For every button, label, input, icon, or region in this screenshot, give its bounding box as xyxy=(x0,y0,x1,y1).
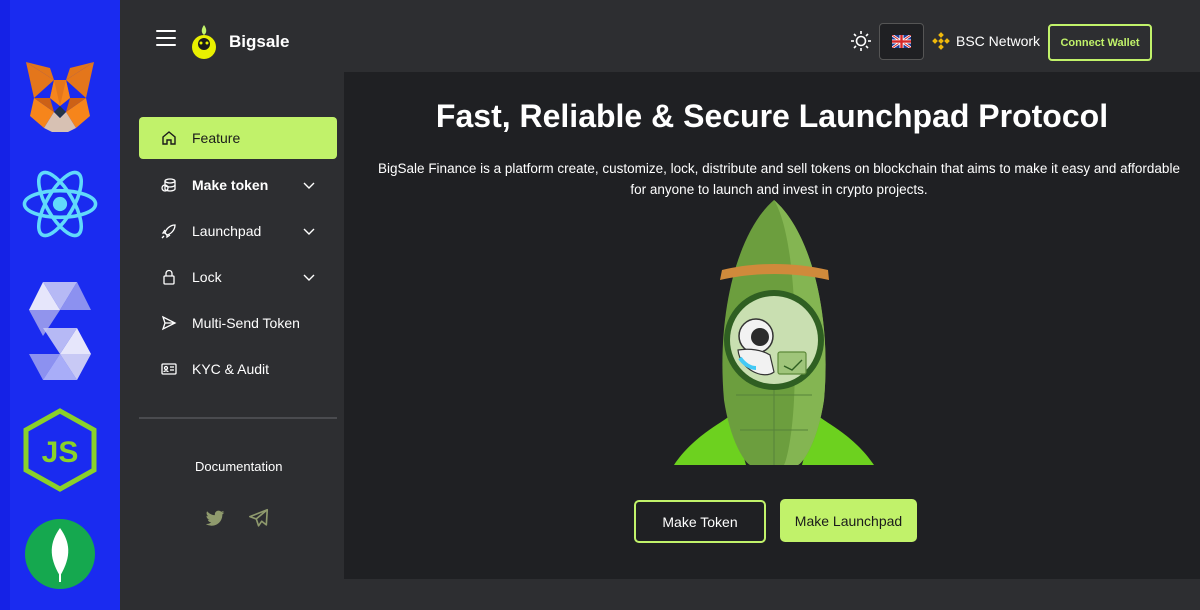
sidebar-item-label: Lock xyxy=(192,269,222,285)
sidebar-item-feature[interactable]: Feature xyxy=(139,117,337,159)
network-selector[interactable]: BSC Network xyxy=(932,32,1040,50)
twitter-icon[interactable] xyxy=(204,507,226,529)
brand-name[interactable]: Bigsale xyxy=(229,32,289,52)
bigsale-logo xyxy=(191,23,217,59)
make-launchpad-button[interactable]: Make Launchpad xyxy=(780,499,917,542)
make-token-button[interactable]: Make Token xyxy=(634,500,766,543)
top-bar: Bigsale BSC Network Connect Wallet xyxy=(120,0,1200,72)
send-icon xyxy=(161,315,177,331)
bottom-bar xyxy=(120,579,1200,610)
sidebar-item-kyc-audit[interactable]: KYC & Audit xyxy=(139,348,337,390)
telegram-icon[interactable] xyxy=(248,507,270,529)
react-logo xyxy=(20,164,100,244)
coins-icon xyxy=(161,178,176,192)
svg-text:JS: JS xyxy=(42,436,79,469)
rocket-illustration xyxy=(674,200,874,465)
app-window: Bigsale BSC Network Connect Wallet Featu… xyxy=(120,0,1200,610)
hero-title: Fast, Reliable & Secure Launchpad Protoc… xyxy=(435,98,1109,134)
sidebar: Feature Make token Launchpad Lock Multi-… xyxy=(120,72,344,582)
sidebar-item-label: Make token xyxy=(192,177,269,193)
sun-icon[interactable] xyxy=(850,30,872,52)
solidity-logo xyxy=(20,282,100,382)
uk-flag-icon xyxy=(892,35,911,48)
sidebar-item-lock[interactable]: Lock xyxy=(139,256,337,298)
sidebar-item-label: KYC & Audit xyxy=(192,361,270,377)
rocket-icon xyxy=(161,224,176,239)
hero-subtitle: BigSale Finance is a platform create, cu… xyxy=(378,161,1180,197)
sidebar-item-label: Launchpad xyxy=(192,223,262,239)
language-button[interactable] xyxy=(879,23,924,60)
sidebar-divider xyxy=(139,417,337,419)
chevron-down-icon[interactable] xyxy=(302,178,316,192)
chevron-down-icon[interactable] xyxy=(302,224,316,238)
tech-logo-strip: JS xyxy=(0,0,120,610)
mongodb-logo xyxy=(20,514,100,594)
id-card-icon xyxy=(161,363,177,375)
lock-icon xyxy=(163,269,175,285)
network-label: BSC Network xyxy=(956,33,1041,49)
sidebar-item-launchpad[interactable]: Launchpad xyxy=(139,210,337,252)
sidebar-item-multi-send-token[interactable]: Multi-Send Token xyxy=(139,302,337,344)
home-icon xyxy=(162,131,176,145)
sidebar-item-make-token[interactable]: Make token xyxy=(139,164,337,206)
connect-wallet-button[interactable]: Connect Wallet xyxy=(1048,24,1152,61)
main-content: Fast, Reliable & Secure Launchpad Protoc… xyxy=(344,72,1200,579)
chevron-down-icon[interactable] xyxy=(302,270,316,284)
sidebar-item-label: Multi-Send Token xyxy=(192,315,300,331)
sidebar-item-label: Feature xyxy=(192,130,241,146)
nodejs-logo: JS xyxy=(20,408,100,492)
metamask-logo xyxy=(20,56,100,136)
bnb-icon xyxy=(932,32,950,50)
documentation-link[interactable]: Documentation xyxy=(195,459,282,474)
menu-toggle-icon[interactable] xyxy=(156,30,176,48)
